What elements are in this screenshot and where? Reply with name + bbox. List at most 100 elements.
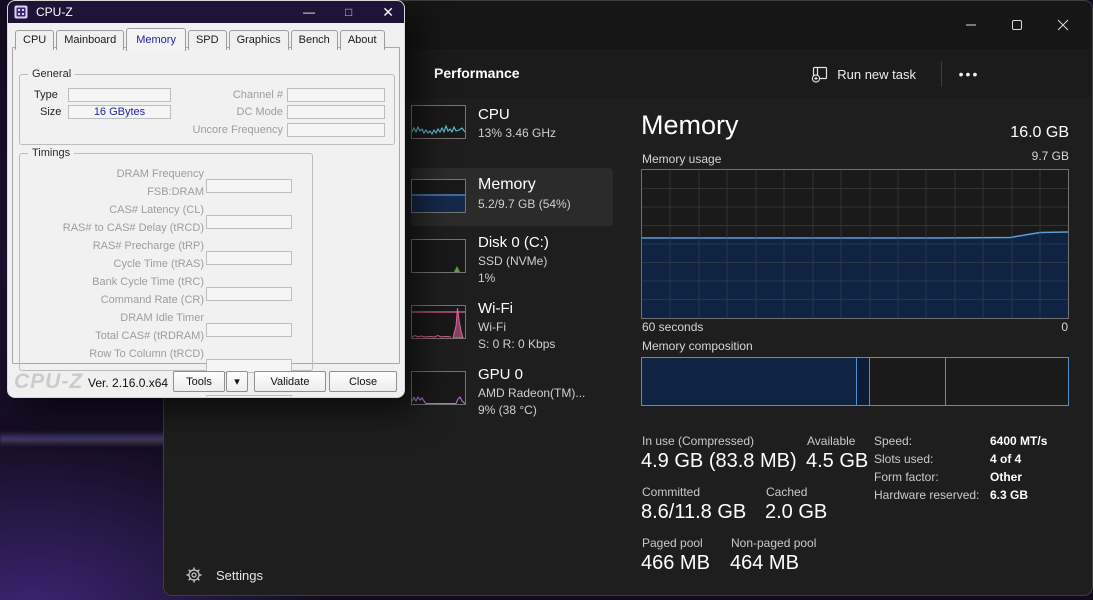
- type-field[interactable]: [68, 88, 171, 102]
- sidebar-cpu-name: CPU: [478, 105, 556, 125]
- general-groupbox: General Type Channel # Size 16 GBytes DC…: [19, 74, 395, 145]
- sidebar-item-gpu[interactable]: GPU 0 AMD Radeon(TM)... 9% (38 °C): [411, 365, 613, 431]
- type-label: Type: [34, 89, 58, 101]
- in-use-value: 4.9 GB (83.8 MB): [641, 450, 797, 473]
- gpu-sparkline: [411, 371, 466, 405]
- composition-segment-modified: [858, 358, 870, 405]
- tools-button[interactable]: Tools: [173, 371, 225, 392]
- tab-cpu[interactable]: CPU: [15, 30, 54, 50]
- cpuz-footer: CPU-Z Ver. 2.16.0.x64 Tools ▾ Validate C…: [8, 364, 404, 398]
- sidebar-item-memory[interactable]: Memory 5.2/9.7 GB (54%): [411, 172, 613, 230]
- settings-button[interactable]: Settings: [180, 563, 269, 587]
- sidebar-memory-name: Memory: [478, 174, 571, 196]
- detail-hardware-reserved: Hardware reserved:6.3 GB: [874, 488, 1028, 502]
- timing-label-ras-to-cas: RAS# to CAS# Delay (tRCD): [63, 222, 204, 234]
- chart-time-zero: 0: [1061, 320, 1068, 334]
- timing-label-cycle-time: Cycle Time (tRAS): [114, 258, 204, 270]
- detail-speed: Speed:6400 MT/s: [874, 434, 1047, 448]
- memory-usage-max: 9.7 GB: [1032, 149, 1069, 163]
- minimize-icon: [965, 19, 977, 31]
- tab-memory[interactable]: Memory: [126, 28, 186, 51]
- non-paged-pool-label: Non-paged pool: [731, 536, 816, 550]
- composition-segment-in-use: [642, 358, 857, 405]
- tools-dropdown-button[interactable]: ▾: [226, 371, 248, 392]
- channel-label: Channel #: [233, 89, 283, 101]
- timing-label-bank-cycle-time: Bank Cycle Time (tRC): [92, 276, 204, 288]
- in-use-label: In use (Compressed): [642, 434, 754, 448]
- taskmgr-close-button[interactable]: [1040, 1, 1086, 49]
- sidebar-wifi-name: Wi-Fi: [478, 299, 555, 319]
- cpuz-app-icon: [14, 5, 28, 19]
- more-options-button[interactable]: •••: [951, 59, 987, 89]
- taskmgr-minimize-button[interactable]: [948, 1, 994, 49]
- memory-usage-chart: [641, 169, 1069, 319]
- timing-label-row-to-column: Row To Column (tRCD): [89, 348, 204, 360]
- uncore-frequency-field[interactable]: [287, 123, 385, 137]
- cpuz-minimize-button[interactable]: —: [303, 5, 315, 19]
- timing-label-dram-idle-timer: DRAM Idle Timer: [120, 312, 204, 324]
- run-new-task-icon: [811, 66, 828, 83]
- tab-graphics[interactable]: Graphics: [229, 30, 289, 50]
- sidebar-gpu-type: AMD Radeon(TM)...: [478, 385, 585, 402]
- sidebar-gpu-name: GPU 0: [478, 365, 585, 385]
- size-label: Size: [40, 106, 61, 118]
- cpuz-version: Ver. 2.16.0.x64: [88, 376, 168, 390]
- timing-label-total-cas: Total CAS# (tRDRAM): [95, 330, 204, 342]
- sidebar-disk-type: SSD (NVMe): [478, 253, 549, 270]
- timings-legend: Timings: [28, 147, 74, 159]
- paged-pool-value: 466 MB: [641, 552, 710, 575]
- sidebar-memory-stats: 5.2/9.7 GB (54%): [478, 196, 571, 213]
- sidebar-gpu-stats: 9% (38 °C): [478, 402, 585, 419]
- settings-label: Settings: [216, 568, 263, 583]
- close-icon: [1057, 19, 1069, 31]
- validate-button[interactable]: Validate: [254, 371, 326, 392]
- desktop: Performance Run new task •••: [0, 0, 1093, 600]
- cached-label: Cached: [766, 485, 807, 499]
- run-new-task-label: Run new task: [837, 67, 916, 82]
- timing-label-fsb-dram: FSB:DRAM: [147, 186, 204, 198]
- memory-total: 16.0 GB: [1010, 124, 1069, 142]
- taskmgr-maximize-button[interactable]: [994, 1, 1040, 49]
- cached-value: 2.0 GB: [765, 501, 827, 524]
- general-legend: General: [28, 68, 75, 80]
- tab-bench[interactable]: Bench: [291, 30, 338, 50]
- sidebar-item-disk[interactable]: Disk 0 (C:) SSD (NVMe) 1%: [411, 233, 613, 299]
- cpuz-window-title: CPU-Z: [36, 5, 73, 19]
- close-button[interactable]: Close: [329, 371, 397, 392]
- wallpaper-streak: [0, 431, 170, 447]
- cpuz-close-button[interactable]: ✕: [382, 4, 394, 21]
- memory-tab-page: General Type Channel # Size 16 GBytes DC…: [12, 47, 400, 364]
- sidebar-item-wifi[interactable]: Wi-Fi Wi-Fi S: 0 R: 0 Kbps: [411, 299, 613, 365]
- maximize-icon: [1011, 19, 1023, 31]
- memory-composition-label: Memory composition: [642, 339, 753, 353]
- cpuz-logo: CPU-Z: [14, 370, 83, 394]
- wifi-sparkline: [411, 305, 466, 339]
- uncore-frequency-label: Uncore Frequency: [193, 124, 284, 136]
- run-new-task-button[interactable]: Run new task: [803, 59, 924, 89]
- memory-sparkline: [411, 179, 466, 213]
- chart-time-span: 60 seconds: [642, 320, 703, 334]
- available-value: 4.5 GB: [806, 450, 868, 473]
- available-label: Available: [807, 434, 855, 448]
- memory-title: Memory: [641, 110, 739, 141]
- cpuz-titlebar[interactable]: CPU-Z — □ ✕: [8, 1, 404, 23]
- cpuz-maximize-button[interactable]: □: [345, 5, 352, 19]
- sidebar-item-cpu[interactable]: CPU 13% 3.46 GHz: [411, 105, 613, 165]
- tab-spd[interactable]: SPD: [188, 30, 227, 50]
- composition-segment-standby: [871, 358, 946, 405]
- sidebar-disk-stats: 1%: [478, 270, 549, 287]
- paged-pool-label: Paged pool: [642, 536, 703, 550]
- tab-mainboard[interactable]: Mainboard: [56, 30, 124, 50]
- size-field[interactable]: 16 GBytes: [68, 105, 171, 119]
- timing-label-command-rate: Command Rate (CR): [101, 294, 204, 306]
- dc-mode-field[interactable]: [287, 105, 385, 119]
- gear-icon: [186, 567, 202, 583]
- tab-about[interactable]: About: [340, 30, 385, 50]
- sidebar-disk-name: Disk 0 (C:): [478, 233, 549, 253]
- channel-field[interactable]: [287, 88, 385, 102]
- timing-label-ras-precharge: RAS# Precharge (tRP): [93, 240, 204, 252]
- dc-mode-label: DC Mode: [237, 106, 283, 118]
- non-paged-pool-value: 464 MB: [730, 552, 799, 575]
- detail-slots-used: Slots used:4 of 4: [874, 452, 1021, 466]
- sidebar-wifi-type: Wi-Fi: [478, 319, 555, 336]
